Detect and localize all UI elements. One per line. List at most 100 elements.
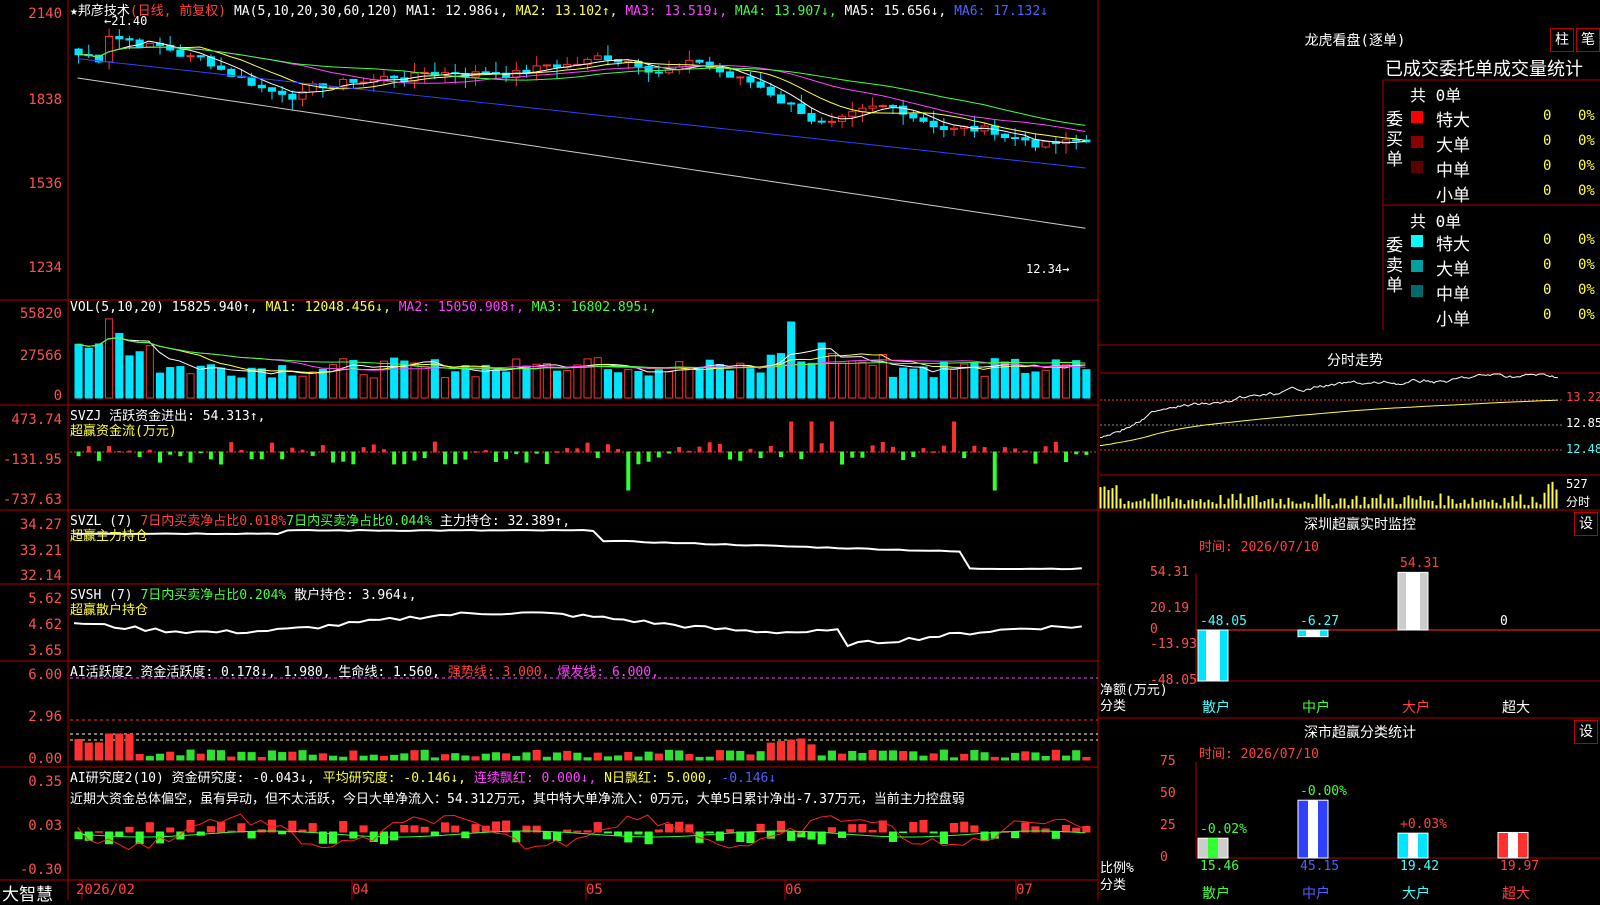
volume-bar xyxy=(858,361,867,399)
activity-bar xyxy=(430,757,439,761)
fund-flow-bar xyxy=(687,450,692,453)
volume-bar xyxy=(807,362,816,399)
volume-bar xyxy=(1031,371,1040,399)
volume-bar xyxy=(84,347,93,399)
intraday-volume-bar xyxy=(1423,500,1426,509)
fund-flow-bar xyxy=(392,451,397,465)
order-size-label: 特大 xyxy=(1436,111,1470,131)
ai2-ytick: 0.35 xyxy=(28,774,62,790)
intraday-volume-bar xyxy=(1407,495,1410,509)
intraday-volume-bar xyxy=(1523,504,1526,509)
volume-bar xyxy=(1011,358,1020,399)
intraday-volume-bar xyxy=(1287,497,1290,509)
fund-flow-bar xyxy=(412,451,417,461)
research-bar xyxy=(247,831,256,839)
intraday-volume-bar xyxy=(1383,503,1386,509)
vol-value: 15825.940↑, xyxy=(171,300,258,315)
activity-bar xyxy=(1031,752,1040,761)
kline-ytick: 1838 xyxy=(28,92,62,108)
candle xyxy=(390,75,399,79)
fund-flow-bar xyxy=(952,421,957,453)
monitor-value: -6.27 xyxy=(1300,614,1340,629)
fund-flow-bar xyxy=(300,449,305,453)
fund-flow-bar xyxy=(860,451,865,458)
order-color-swatch xyxy=(1411,161,1423,173)
svzl-a: 7日内买卖净占比0.018% xyxy=(140,514,287,529)
intraday-volume-bar xyxy=(1315,494,1318,509)
intraday-volume-bar xyxy=(1119,498,1122,509)
activity-bar xyxy=(349,750,358,761)
fund-flow-bar xyxy=(320,445,325,453)
intraday-volume-bar xyxy=(1255,495,1258,509)
activity-bar xyxy=(145,756,154,761)
sz-monitor-title: 深圳超赢实时监控 xyxy=(1304,517,1416,533)
activity-bar xyxy=(105,733,114,761)
fund-flow-bar xyxy=(249,451,254,460)
candle xyxy=(776,94,786,104)
monitor-value: -48.05 xyxy=(1200,614,1247,629)
svsh-ytick: 5.62 xyxy=(28,591,62,607)
app-logo: 大智慧 xyxy=(2,885,53,905)
candle xyxy=(726,71,735,78)
volume-bar xyxy=(715,364,724,399)
candle xyxy=(929,120,938,128)
activity-bar xyxy=(1072,750,1081,761)
sz-monitor-settings-button[interactable]: 设 xyxy=(1574,512,1598,536)
volume-bar xyxy=(614,372,623,399)
candle xyxy=(278,90,287,95)
activity-bar xyxy=(919,755,928,761)
activity-bar xyxy=(84,742,93,761)
research-bar xyxy=(115,831,124,837)
intraday-volume-bar xyxy=(1347,505,1350,509)
intraday-volume-bar xyxy=(1223,504,1226,509)
research-bar xyxy=(848,824,857,833)
activity-bar xyxy=(552,752,562,761)
activity-bar xyxy=(807,744,816,761)
stats-tabs-label[interactable]: 已成交委托单成交量统计 xyxy=(1385,55,1583,81)
fund-flow-bar xyxy=(1023,450,1028,453)
intraday-volume-bar xyxy=(1511,496,1514,509)
order-count: 0 xyxy=(1543,257,1552,273)
volume-bar xyxy=(664,371,674,399)
buy-count: 共 0单 xyxy=(1410,86,1462,105)
stats-bar-highlight xyxy=(1208,838,1218,858)
candle xyxy=(797,103,806,115)
activity-bar xyxy=(379,755,389,761)
research-bar xyxy=(410,825,419,833)
tick-mode-button[interactable]: 笔 xyxy=(1576,28,1600,52)
activity-bar xyxy=(766,742,775,761)
bar-mode-button[interactable]: 柱 xyxy=(1550,28,1574,52)
research-bar xyxy=(726,829,735,833)
candle xyxy=(787,102,796,105)
fund-flow-bar xyxy=(331,451,336,463)
monitor-category: 超大 xyxy=(1502,700,1530,716)
fund-flow-bar xyxy=(544,451,549,464)
svzl-b: 7日内买卖净占比0.044% xyxy=(286,514,433,529)
intraday-price-line xyxy=(1099,373,1559,439)
activity-bar xyxy=(603,756,612,761)
research-bar xyxy=(94,831,103,833)
candle xyxy=(1000,133,1010,139)
order-percent: 0% xyxy=(1578,183,1595,199)
research-bar xyxy=(807,831,816,840)
volume-bar xyxy=(563,370,572,399)
activity-bar xyxy=(614,755,623,761)
intraday-volume-bar xyxy=(1195,501,1198,509)
volume-bar xyxy=(451,371,460,399)
research-bar xyxy=(899,831,908,833)
fund-flow-bar xyxy=(697,446,702,453)
intraday-volume-bar xyxy=(1479,500,1482,509)
stats-category: 超大 xyxy=(1502,886,1530,902)
fund-flow-bar xyxy=(880,441,885,453)
activity-bar xyxy=(787,739,796,761)
intraday-volume-bar xyxy=(1455,503,1458,509)
research-bar xyxy=(125,826,134,833)
activity-bar xyxy=(481,753,490,761)
fund-flow-bar xyxy=(443,451,448,465)
intraday-volume-bar xyxy=(1247,497,1250,509)
sz-stats-settings-button[interactable]: 设 xyxy=(1574,720,1598,744)
chart-canvas[interactable] xyxy=(0,0,1600,900)
ma-line xyxy=(77,46,1086,133)
monitor-ytick: -48.05 xyxy=(1150,673,1197,688)
research-bar xyxy=(84,831,93,841)
